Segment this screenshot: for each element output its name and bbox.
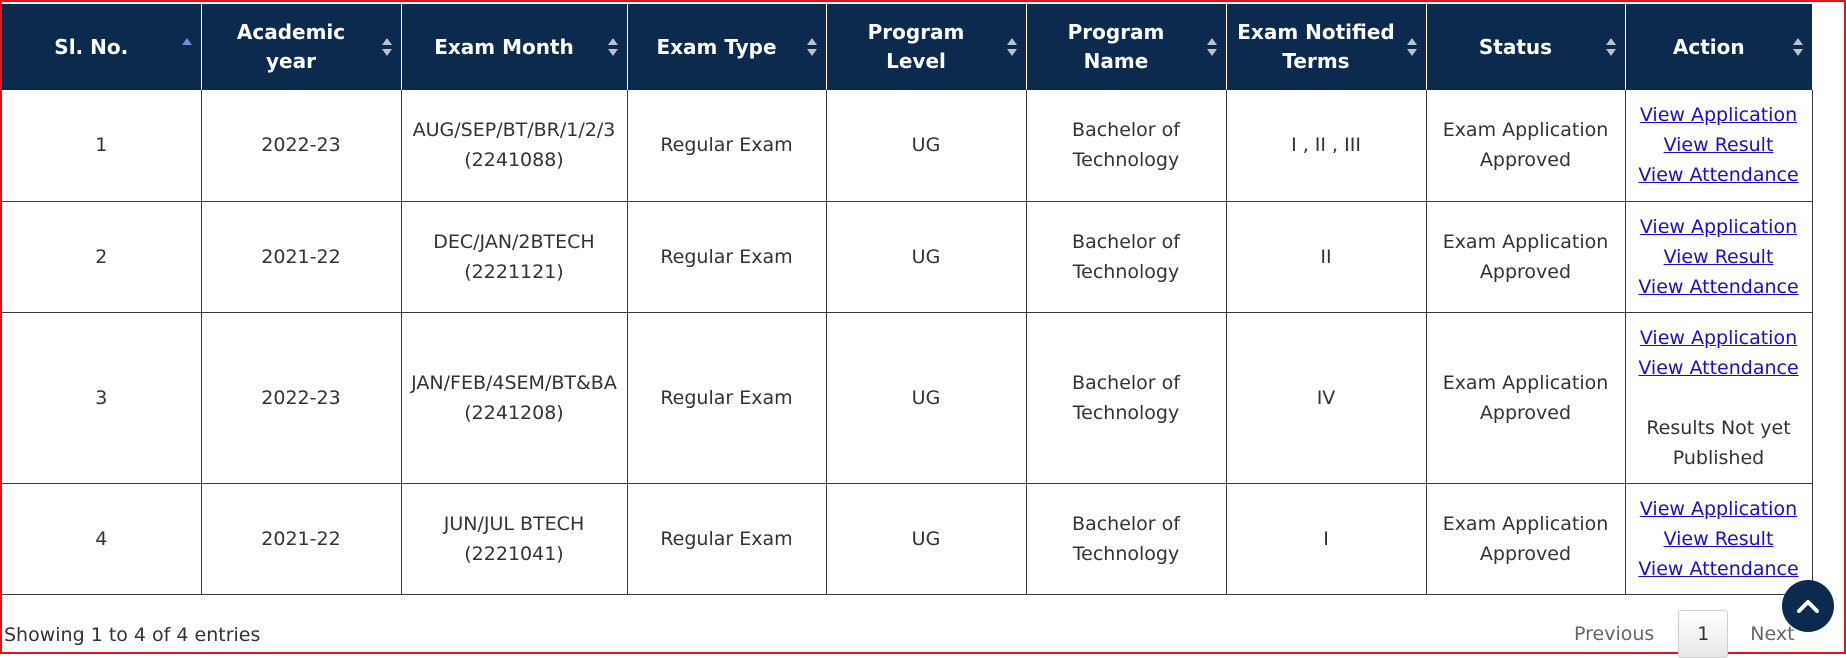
scroll-to-top-button[interactable] [1782,580,1834,632]
column-header-program-name[interactable]: Program Name [1026,4,1227,90]
status-cell: Exam Application Approved [1425,200,1626,313]
column-header-label: Status [1478,34,1553,59]
program-level-cell: UG [825,311,1027,484]
action-cell: View Application View Result View Attendan… [1624,90,1813,202]
table-row: 3 2022-23 JAN/FEB/4SEM/BT&BA (2241208) Regu… [2,311,1813,484]
view-attendance-link[interactable]: View Attendance [1632,272,1806,302]
column-header-exam-notified-terms[interactable]: Exam Notified Terms [1226,4,1427,90]
sort-icon [607,36,618,58]
results-note: Results Not yet Published [1646,416,1791,469]
status-cell: Exam Application Approved [1425,482,1626,595]
program-level-cell: UG [825,482,1027,595]
table-body: 1 2022-23 AUG/SEP/BT/BR/1/2/3 (2241088) Reg… [2,90,1813,595]
column-header-status[interactable]: Status [1426,4,1626,90]
column-header-label: Academic year [236,20,346,73]
program-name-cell: Bachelor of Technology [1025,311,1227,484]
column-header-label: Exam Type [656,34,777,59]
program-name-cell: Bachelor of Technology [1025,482,1227,595]
exam-terms-cell: I [1225,482,1427,595]
academic-year-cell: 2022-23 [200,90,402,202]
action-cell: View Application View Result View Attendan… [1624,482,1813,595]
next-page-button[interactable]: Next [1750,623,1794,645]
view-attendance-link[interactable]: View Attendance [1632,554,1806,584]
view-attendance-link[interactable]: View Attendance [1632,160,1806,190]
view-result-link[interactable]: View Result [1632,524,1806,554]
view-result-link[interactable]: View Result [1632,130,1806,160]
column-header-label: Action [1672,34,1745,59]
exam-terms-cell: II [1225,200,1427,313]
serial-number-cell: 1 [2,90,202,202]
view-result-link[interactable]: View Result [1632,242,1806,272]
program-name-cell: Bachelor of Technology [1025,90,1227,202]
sort-icon [1406,36,1417,58]
view-application-link[interactable]: View Application [1632,100,1806,130]
sort-icon [181,36,192,58]
sort-icon [381,36,392,58]
column-header-exam-type[interactable]: Exam Type [627,4,827,90]
view-application-link[interactable]: View Application [1632,212,1806,242]
table-row: 4 2021-22 JUN/JUL BTECH (2221041) Regular E… [2,482,1813,595]
exam-month-cell: DEC/JAN/2BTECH (2221121) [400,200,628,313]
program-level-cell: UG [825,90,1027,202]
column-header-label: Sl. No. [54,34,129,59]
sort-icon [1793,36,1803,58]
action-cell: View Application View Result View Attendan… [1624,200,1813,313]
column-header-action[interactable]: Action [1625,4,1812,90]
serial-number-cell: 4 [2,482,202,595]
exam-type-cell: Regular Exam [626,482,827,595]
pagination: Previous 1 Next [1574,610,1795,658]
sort-icon [806,36,817,58]
academic-year-cell: 2022-23 [200,311,402,484]
sort-icon [1605,36,1616,58]
academic-year-cell: 2021-22 [200,482,402,595]
action-cell: View Application View Attendance Results N… [1624,311,1813,484]
status-cell: Exam Application Approved [1425,311,1626,484]
exam-table: Sl. No. Academic year Exam Month Exam Type P… [2,4,1813,595]
table-header-row: Sl. No. Academic year Exam Month Exam Type P… [2,4,1812,90]
status-cell: Exam Application Approved [1425,90,1626,202]
program-name-cell: Bachelor of Technology [1025,200,1227,313]
column-header-label: Program Name [1067,20,1165,73]
table-row: 1 2022-23 AUG/SEP/BT/BR/1/2/3 (2241088) Reg… [2,90,1813,202]
column-header-label: Program Level [867,20,965,73]
program-level-cell: UG [825,200,1027,313]
view-application-link[interactable]: View Application [1632,323,1806,353]
table-row: 2 2021-22 DEC/JAN/2BTECH (2221121) Regular … [2,200,1813,313]
exam-type-cell: Regular Exam [626,311,827,484]
exam-type-cell: Regular Exam [626,90,827,202]
view-attendance-link[interactable]: View Attendance [1632,353,1806,383]
exam-terms-cell: IV [1225,311,1427,484]
chevron-up-icon [1797,600,1819,613]
academic-year-cell: 2021-22 [200,200,402,313]
sort-icon [1006,36,1017,58]
exam-month-cell: JUN/JUL BTECH (2221041) [400,482,628,595]
column-header-exam-month[interactable]: Exam Month [401,4,628,90]
exam-table-container: Sl. No. Academic year Exam Month Exam Type P… [2,4,1813,595]
column-header-academic-year[interactable]: Academic year [201,4,402,90]
exam-type-cell: Regular Exam [626,200,827,313]
column-header-label: Exam Notified Terms [1237,20,1395,73]
previous-page-button[interactable]: Previous [1574,623,1654,645]
serial-number-cell: 2 [2,200,202,313]
serial-number-cell: 3 [2,311,202,484]
column-header-label: Exam Month [434,34,574,59]
exam-month-cell: AUG/SEP/BT/BR/1/2/3 (2241088) [400,90,628,202]
page-1-button[interactable]: 1 [1678,610,1729,658]
column-header-sl-no[interactable]: Sl. No. [2,4,202,90]
sort-icon [1206,36,1217,58]
exam-terms-cell: I , II , III [1225,90,1427,202]
exam-month-cell: JAN/FEB/4SEM/BT&BA (2241208) [400,311,628,484]
table-info: Showing 1 to 4 of 4 entries [4,624,261,646]
column-header-program-level[interactable]: Program Level [826,4,1027,90]
view-application-link[interactable]: View Application [1632,494,1806,524]
